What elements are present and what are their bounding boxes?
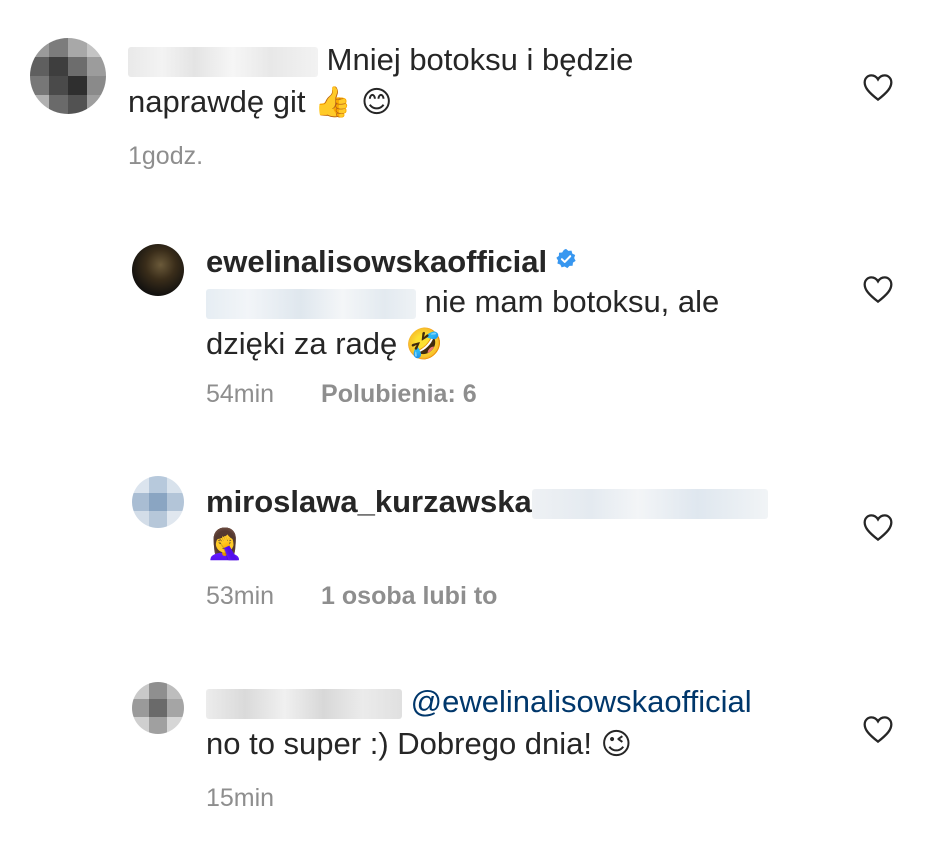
timestamp[interactable]: 53min: [206, 582, 274, 610]
heart-outline-icon[interactable]: [862, 72, 894, 102]
comment-text: Mniej botoksu i będzie: [326, 42, 634, 77]
comment-1: Mniej botoksu i będzie naprawdę git 👍 😊 …: [0, 0, 946, 200]
comment-text: nie mam botoksu, ale: [424, 284, 720, 319]
facepalm-emoji: 🤦‍♀️: [206, 527, 244, 562]
comment-text-line-2: naprawdę git: [128, 84, 306, 119]
mention-blurred[interactable]: [206, 288, 416, 319]
comment-2: ewelinalisowskaofficial nie mam botoksu,…: [0, 220, 946, 420]
comment-4: @ewelinalisowskaofficial no to super :) …: [0, 660, 946, 840]
rofl-emoji: 🤣: [405, 327, 444, 362]
avatar[interactable]: [132, 244, 184, 296]
wink-emoji: 😉: [600, 727, 632, 762]
mention-blurred[interactable]: [531, 488, 768, 519]
timestamp[interactable]: 54min: [206, 380, 274, 408]
avatar[interactable]: [132, 682, 184, 734]
verified-badge-icon: [556, 248, 576, 269]
heart-outline-icon[interactable]: [862, 512, 894, 542]
comment-text: no to super :) Dobrego dnia!: [206, 726, 593, 761]
likes-count[interactable]: Polubienia: 6: [321, 380, 477, 408]
timestamp[interactable]: 15min: [206, 784, 274, 812]
heart-outline-icon[interactable]: [862, 714, 894, 744]
mention-link[interactable]: @ewelinalisowskaofficial: [411, 684, 752, 719]
username-blurred[interactable]: [128, 46, 318, 77]
comment-text-line-2: dzięki za radę: [206, 326, 398, 361]
avatar[interactable]: [132, 476, 184, 528]
heart-outline-icon[interactable]: [862, 274, 894, 304]
comment-3: miroslawa_kurzawska 🤦‍♀️ 53min 1 osoba l…: [0, 460, 946, 640]
username[interactable]: miroslawa_kurzawska: [206, 484, 532, 519]
timestamp[interactable]: 1godz.: [128, 142, 203, 170]
thumbs-up-smile-emoji: 👍 😊: [314, 85, 393, 120]
avatar[interactable]: [30, 38, 106, 114]
username-blurred[interactable]: [206, 688, 402, 719]
username[interactable]: ewelinalisowskaofficial: [206, 244, 547, 279]
likes-count[interactable]: 1 osoba lubi to: [321, 582, 497, 610]
